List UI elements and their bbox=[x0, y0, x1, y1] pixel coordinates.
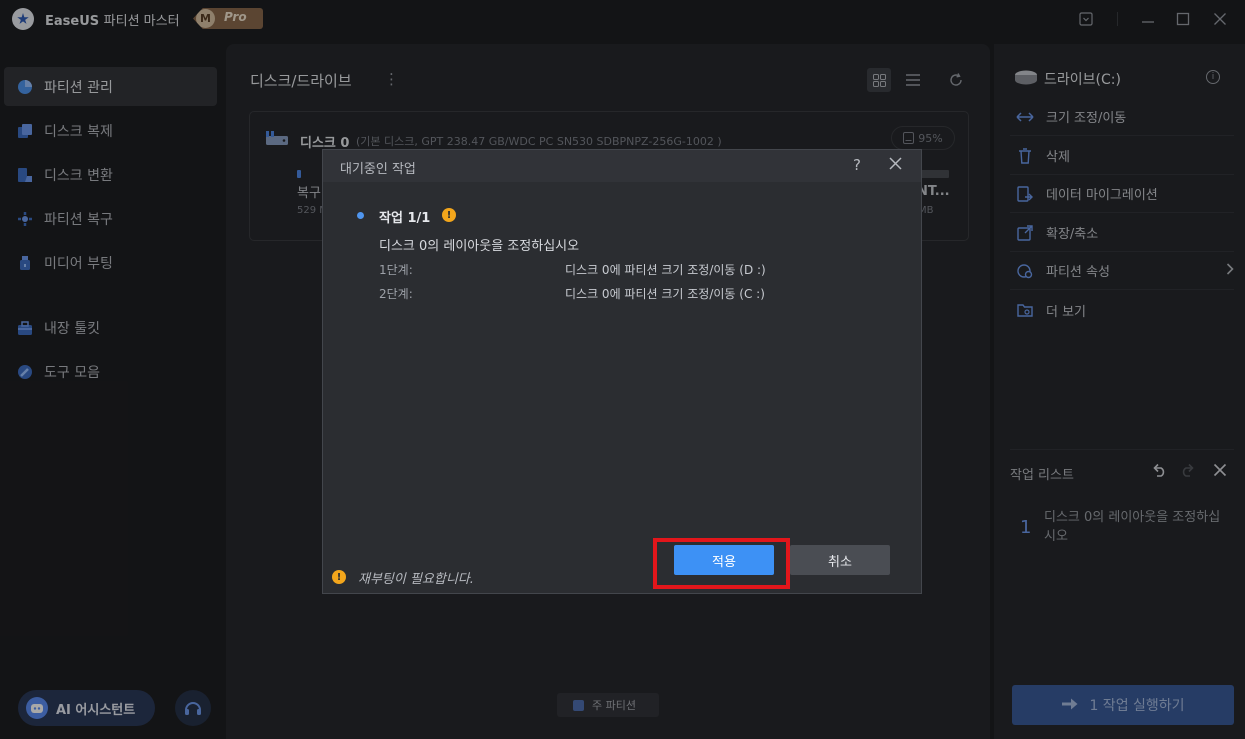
step-label: 2단계: bbox=[379, 287, 413, 301]
step-label: 1단계: bbox=[379, 263, 413, 277]
warning-icon: ! bbox=[442, 208, 456, 222]
dialog-header: 대기중인 작업 ? bbox=[323, 150, 921, 182]
reboot-required-note: 재부팅이 필요합니다. bbox=[358, 572, 474, 587]
cancel-button[interactable]: 취소 bbox=[790, 545, 890, 575]
dialog-title: 대기중인 작업 bbox=[340, 162, 416, 177]
warning-icon: ! bbox=[332, 570, 346, 584]
apply-button[interactable]: 적용 bbox=[674, 545, 774, 575]
help-icon[interactable]: ? bbox=[853, 156, 861, 174]
pending-operations-dialog: 대기중인 작업 ? 작업 1/1 ! 디스크 0의 레이아웃을 조정하십시오 1… bbox=[322, 149, 922, 594]
step-value: 디스크 0에 파티션 크기 조정/이동 (C :) bbox=[565, 287, 765, 301]
task-title: 작업 1/1 bbox=[379, 211, 431, 226]
close-icon[interactable] bbox=[889, 155, 902, 174]
bullet-dot bbox=[357, 212, 364, 219]
task-description: 디스크 0의 레이아웃을 조정하십시오 bbox=[379, 239, 580, 254]
step-value: 디스크 0에 파티션 크기 조정/이동 (D :) bbox=[565, 263, 766, 277]
